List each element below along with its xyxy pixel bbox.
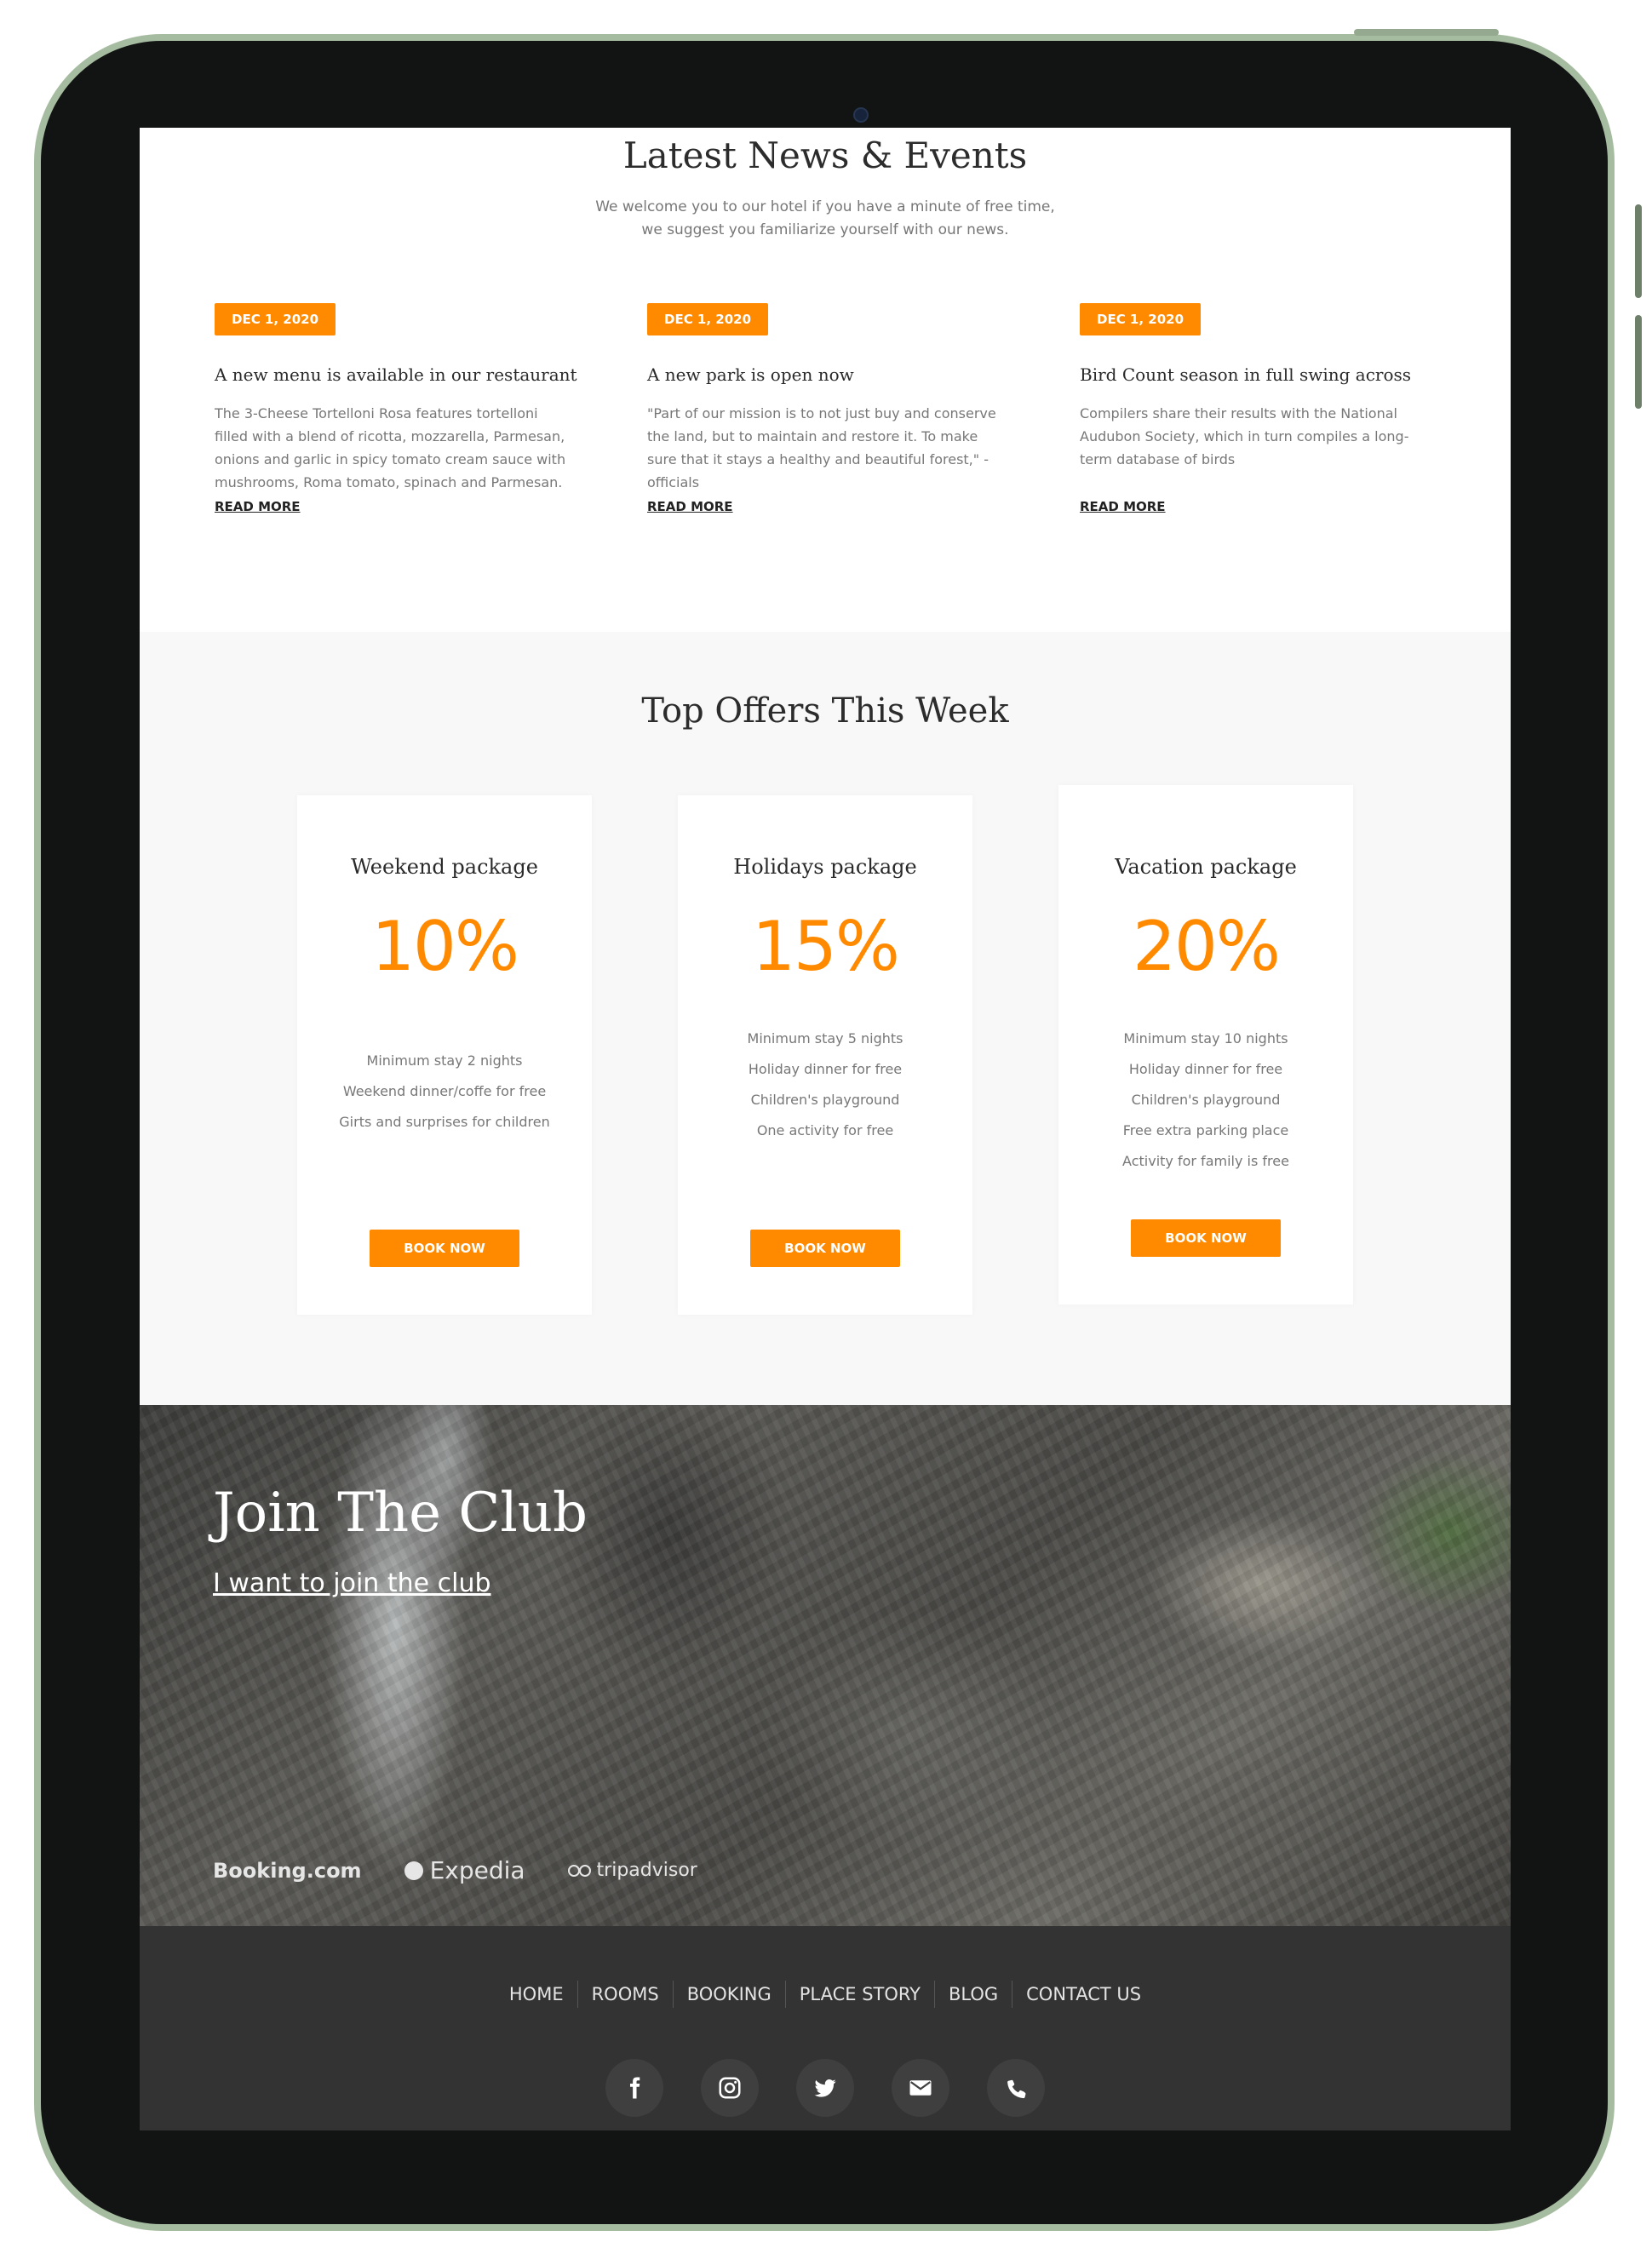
expedia-label: Expedia (429, 1856, 525, 1884)
date-badge: DEC 1, 2020 (1080, 303, 1202, 335)
twitter-icon[interactable] (796, 2059, 854, 2117)
book-now-button[interactable]: BOOK NOW (370, 1230, 519, 1267)
join-club-banner: Join The Club I want to join the club Bo… (140, 1405, 1511, 1926)
offer-feature: Holiday dinner for free (748, 1061, 903, 1077)
tripadvisor-logo[interactable]: tripadvisor (567, 1860, 697, 1881)
offer-feature: Activity for family is free (1122, 1153, 1289, 1169)
offers-section: Top Offers This Week Weekend package 10%… (140, 632, 1511, 1405)
news-headline[interactable]: A new menu is available in our restauran… (215, 364, 581, 385)
nav-item-place-story[interactable]: PLACE STORY (784, 1981, 934, 2008)
offer-discount: 20% (1133, 907, 1281, 986)
news-title: Latest News & Events (622, 135, 1028, 176)
expedia-logo[interactable]: Expedia (404, 1856, 525, 1884)
offer-discount: 10% (371, 907, 519, 986)
news-card: DEC 1, 2020 Bird Count season in full sw… (1080, 303, 1446, 514)
read-more-link[interactable]: READ MORE (215, 499, 301, 514)
globe-icon (404, 1861, 423, 1880)
offer-feature: Weekend dinner/coffe for free (342, 1083, 547, 1099)
tripadvisor-label: tripadvisor (596, 1860, 697, 1881)
read-more-link[interactable]: READ MORE (1080, 499, 1166, 514)
offer-features: Minimum stay 5 nights Holiday dinner for… (678, 1024, 972, 1230)
offer-discount: 15% (752, 907, 900, 986)
offer-card-vacation: Vacation package 20% Minimum stay 10 nig… (1058, 785, 1353, 1305)
nav-item-booking[interactable]: BOOKING (672, 1981, 785, 2008)
club-title: Join The Club (213, 1482, 588, 1545)
offer-feature: Holiday dinner for free (1128, 1061, 1283, 1077)
news-section: Latest News & Events We welcome you to o… (140, 128, 1511, 632)
news-body: The 3-Cheese Tortelloni Rosa features to… (215, 405, 566, 490)
book-now-button[interactable]: BOOK NOW (1131, 1219, 1281, 1257)
read-more-link[interactable]: READ MORE (647, 499, 733, 514)
offer-features: Minimum stay 10 nights Holiday dinner fo… (1058, 1024, 1353, 1219)
mail-icon[interactable] (892, 2059, 949, 2117)
footer-nav: HOME ROOMS BOOKING PLACE STORY BLOG CONT… (140, 1981, 1511, 2008)
offer-feature: Minimum stay 5 nights (747, 1030, 903, 1046)
offer-feature: Children's playground (1131, 1092, 1281, 1108)
offer-features: Minimum stay 2 nights Weekend dinner/cof… (297, 1046, 592, 1230)
date-badge: DEC 1, 2020 (215, 303, 336, 335)
owl-icon (567, 1864, 592, 1878)
date-badge: DEC 1, 2020 (647, 303, 769, 335)
front-camera (853, 107, 869, 123)
nav-item-blog[interactable]: BLOG (933, 1981, 1012, 2008)
news-subtitle: We welcome you to our hotel if you have … (595, 198, 1055, 238)
nav-item-home[interactable]: HOME (496, 1981, 577, 2008)
instagram-icon[interactable] (701, 2059, 759, 2117)
news-headline[interactable]: A new park is open now (647, 364, 1013, 385)
join-club-link[interactable]: I want to join the club (213, 1568, 491, 1598)
partner-logos: Booking.com Expedia tripadvisor (213, 1856, 697, 1884)
offer-feature: Children's playground (750, 1092, 900, 1108)
offer-feature: Minimum stay 2 nights (366, 1052, 523, 1069)
power-button (1354, 29, 1499, 36)
news-card: DEC 1, 2020 A new park is open now "Part… (647, 303, 1013, 514)
volume-down-button (1635, 315, 1642, 409)
offer-title: Holidays package (733, 855, 917, 879)
offer-card-holidays: Holidays package 15% Minimum stay 5 nigh… (678, 795, 972, 1315)
offer-feature: One activity for free (756, 1122, 894, 1138)
social-links (140, 2059, 1511, 2117)
offer-feature: Girts and surprises for children (339, 1114, 550, 1130)
offer-feature: Free extra parking place (1122, 1122, 1289, 1138)
volume-up-button (1635, 204, 1642, 298)
news-card: DEC 1, 2020 A new menu is available in o… (215, 303, 581, 514)
phone-icon[interactable] (987, 2059, 1045, 2117)
offer-feature: Minimum stay 10 nights (1123, 1030, 1288, 1046)
news-body: "Part of our mission is to not just buy … (647, 405, 996, 490)
nav-item-rooms[interactable]: ROOMS (576, 1981, 673, 2008)
footer: HOME ROOMS BOOKING PLACE STORY BLOG CONT… (140, 1926, 1511, 2130)
booking-logo[interactable]: Booking.com (213, 1859, 362, 1883)
screen: Latest News & Events We welcome you to o… (140, 128, 1511, 2130)
news-body: Compilers share their results with the N… (1080, 405, 1409, 467)
offer-title: Vacation package (1115, 855, 1297, 879)
news-headline[interactable]: Bird Count season in full swing across (1080, 364, 1446, 385)
offers-title: Top Offers This Week (641, 691, 1009, 731)
facebook-icon[interactable] (605, 2059, 663, 2117)
nav-item-contact-us[interactable]: CONTACT US (1012, 1981, 1155, 2008)
book-now-button[interactable]: BOOK NOW (750, 1230, 900, 1267)
offer-card-weekend: Weekend package 10% Minimum stay 2 night… (297, 795, 592, 1315)
offer-title: Weekend package (351, 855, 538, 879)
